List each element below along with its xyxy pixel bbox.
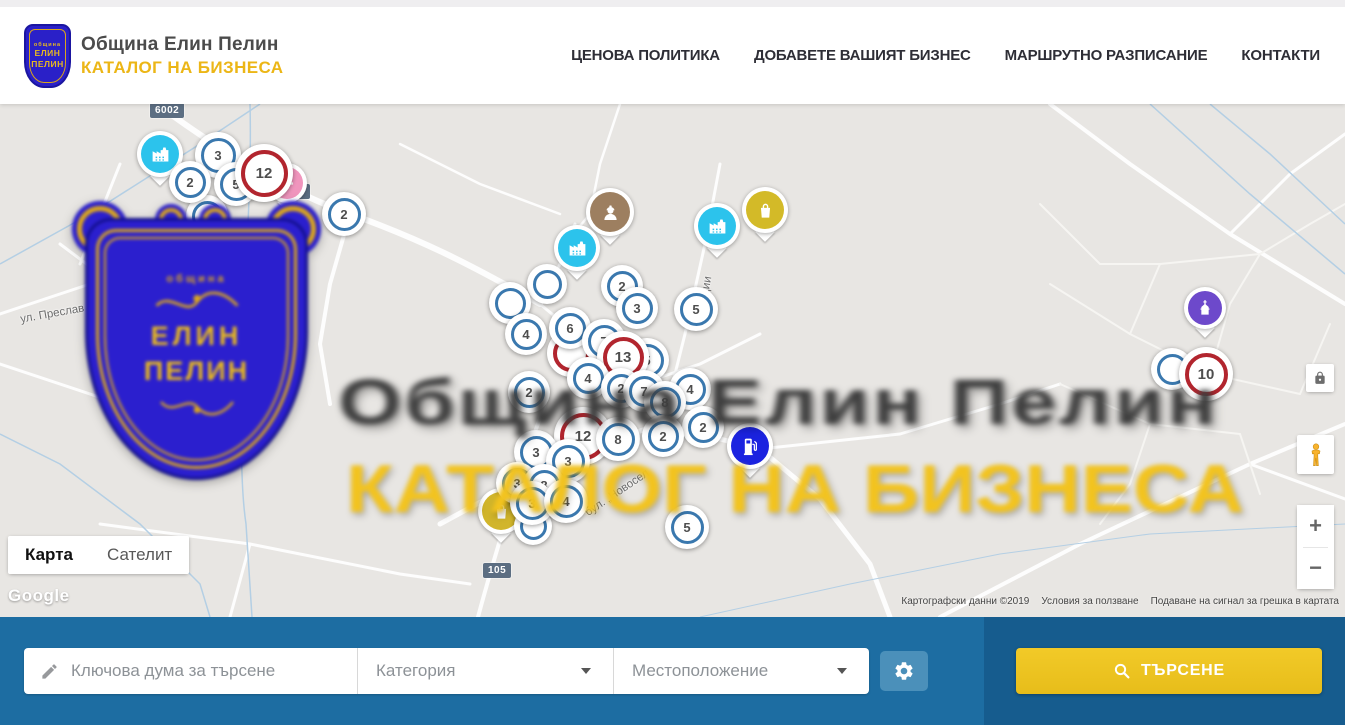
cluster-count: 4 — [584, 372, 591, 385]
site-subtitle: КАТАЛОГ НА БИЗНЕСА — [81, 58, 283, 78]
nav-item-route-schedule[interactable]: МАРШРУТНО РАЗПИСАНИЕ — [1005, 47, 1208, 64]
search-bar-left: Категория Местоположение — [0, 617, 984, 725]
emblem-line1: ЕЛИН — [35, 49, 61, 59]
cluster-count: 3 — [532, 446, 539, 459]
cluster-marker[interactable]: 4 — [544, 479, 588, 523]
cluster-marker[interactable]: 2 — [322, 192, 366, 236]
brand-text: Община Елин Пелин КАТАЛОГ НА БИЗНЕСА — [81, 34, 283, 78]
zoom-out-button[interactable]: − — [1297, 548, 1334, 590]
cluster-count: 4 — [562, 495, 569, 508]
pencil-icon — [40, 662, 59, 681]
zoom-in-button[interactable]: + — [1297, 505, 1334, 547]
search-button[interactable]: ТЪРСЕНЕ — [1016, 648, 1322, 694]
cluster-count: 3 — [214, 149, 221, 162]
cluster-count: 4 — [522, 328, 529, 341]
keyword-input[interactable] — [71, 661, 357, 681]
pin-church[interactable] — [1184, 287, 1226, 338]
cluster-count: 5 — [692, 303, 699, 316]
pin-fuel[interactable] — [727, 423, 773, 478]
category-value: Категория — [376, 661, 455, 681]
chevron-down-icon — [837, 668, 847, 674]
gear-icon — [893, 660, 915, 682]
municipality-emblem-icon: община ЕЛИН ПЕЛИН — [24, 24, 71, 88]
category-select[interactable]: Категория — [358, 648, 613, 694]
cluster-count: 2 — [340, 208, 347, 221]
lock-icon — [1313, 371, 1327, 385]
cluster-count: 8 — [661, 396, 668, 409]
pegman-icon — [1306, 441, 1326, 469]
google-logo[interactable]: Google — [8, 586, 70, 606]
cluster-count: 10 — [1198, 367, 1215, 382]
emblem-line2: ПЕЛИН — [31, 60, 64, 70]
lock-control[interactable] — [1306, 364, 1334, 392]
fuel-icon — [740, 436, 761, 457]
map-view-button[interactable]: Карта — [8, 536, 90, 574]
satellite-view-button[interactable]: Сателит — [90, 536, 189, 574]
map-type-control: Карта Сателит — [8, 536, 189, 574]
bag-icon — [755, 200, 776, 221]
map-canvas[interactable]: 6002105ул. Преславбул. „Новоселции 32512… — [0, 104, 1345, 617]
cluster-count: 5 — [683, 521, 690, 534]
search-fields-group: Категория Местоположение — [24, 648, 869, 694]
map-attribution: Картографски данни ©2019 Условия за полз… — [901, 596, 1339, 607]
cluster-count: 8 — [614, 433, 621, 446]
cluster-count: 3 — [633, 302, 640, 315]
factory-icon — [707, 216, 728, 237]
cluster-marker[interactable]: 2 — [508, 371, 550, 413]
map-data-copyright: Картографски данни ©2019 — [901, 596, 1029, 607]
pin-bag[interactable] — [742, 187, 788, 242]
report-map-error-link[interactable]: Подаване на сигнал за грешка в картата — [1151, 596, 1339, 607]
church-icon — [1195, 298, 1215, 318]
factory-icon — [150, 144, 171, 165]
nav-item-pricing-policy[interactable]: ЦЕНОВА ПОЛИТИКА — [571, 47, 720, 64]
cluster-marker[interactable]: 8 — [596, 417, 640, 461]
cluster-marker[interactable]: 12 — [235, 144, 293, 202]
cluster-count: 4 — [686, 383, 693, 396]
cluster-count: 13 — [615, 350, 632, 365]
nav-item-add-your-business[interactable]: ДОБАВЕТЕ ВАШИЯТ БИЗНЕС — [754, 47, 971, 64]
factory-icon — [567, 238, 588, 259]
cluster-marker[interactable]: 2 — [682, 406, 724, 448]
keyword-field-wrap — [24, 648, 357, 694]
search-bar-right: ТЪРСЕНЕ — [984, 617, 1345, 725]
top-strip — [0, 0, 1345, 7]
cluster-count: 12 — [256, 166, 273, 181]
search-bar: Категория Местоположение — [0, 617, 1345, 725]
cluster-count: 2 — [659, 430, 666, 443]
cluster-marker[interactable]: 4 — [505, 313, 547, 355]
page: община ЕЛИН ПЕЛИН Община Елин Пелин КАТА… — [0, 0, 1345, 725]
cluster-marker[interactable]: 5 — [674, 287, 718, 331]
markers-layer: 32512223546751342274821012823338345 — [0, 104, 1345, 617]
cluster-count: 6 — [566, 322, 573, 335]
cluster-marker[interactable]: 3 — [616, 287, 658, 329]
street-view-pegman[interactable] — [1297, 435, 1334, 474]
nav-item-contacts[interactable]: КОНТАКТИ — [1241, 47, 1320, 64]
cluster-marker[interactable]: 2 — [169, 161, 211, 203]
bag-icon — [491, 501, 512, 522]
pin-factory[interactable] — [694, 203, 740, 258]
pin-factory[interactable] — [554, 225, 600, 280]
cluster-count: 2 — [525, 386, 532, 399]
cluster-marker[interactable]: 10 — [1179, 347, 1233, 401]
chevron-down-icon — [581, 668, 591, 674]
search-button-label: ТЪРСЕНЕ — [1141, 662, 1225, 680]
location-select[interactable]: Местоположение — [614, 648, 869, 694]
cluster-count: 3 — [528, 497, 535, 510]
cluster-count: 3 — [564, 455, 571, 468]
cluster-count: 2 — [186, 176, 193, 189]
brand-logo[interactable]: община ЕЛИН ПЕЛИН Община Елин Пелин КАТА… — [24, 24, 283, 88]
zoom-control: + − — [1297, 505, 1334, 589]
advanced-settings-button[interactable] — [880, 651, 928, 691]
emblem-top-text: община — [34, 42, 61, 48]
site-title: Община Елин Пелин — [81, 34, 283, 56]
cluster-count: 2 — [699, 421, 706, 434]
worker-icon — [600, 202, 621, 223]
search-icon — [1113, 662, 1131, 680]
header: община ЕЛИН ПЕЛИН Община Елин Пелин КАТА… — [0, 7, 1345, 104]
cluster-marker[interactable]: 2 — [642, 415, 684, 457]
main-nav: ЦЕНОВА ПОЛИТИКА ДОБАВЕТЕ ВАШИЯТ БИЗНЕС М… — [571, 47, 1320, 64]
terms-of-use-link[interactable]: Условия за ползване — [1041, 596, 1138, 607]
location-value: Местоположение — [632, 661, 768, 681]
cluster-marker[interactable]: 5 — [665, 505, 709, 549]
